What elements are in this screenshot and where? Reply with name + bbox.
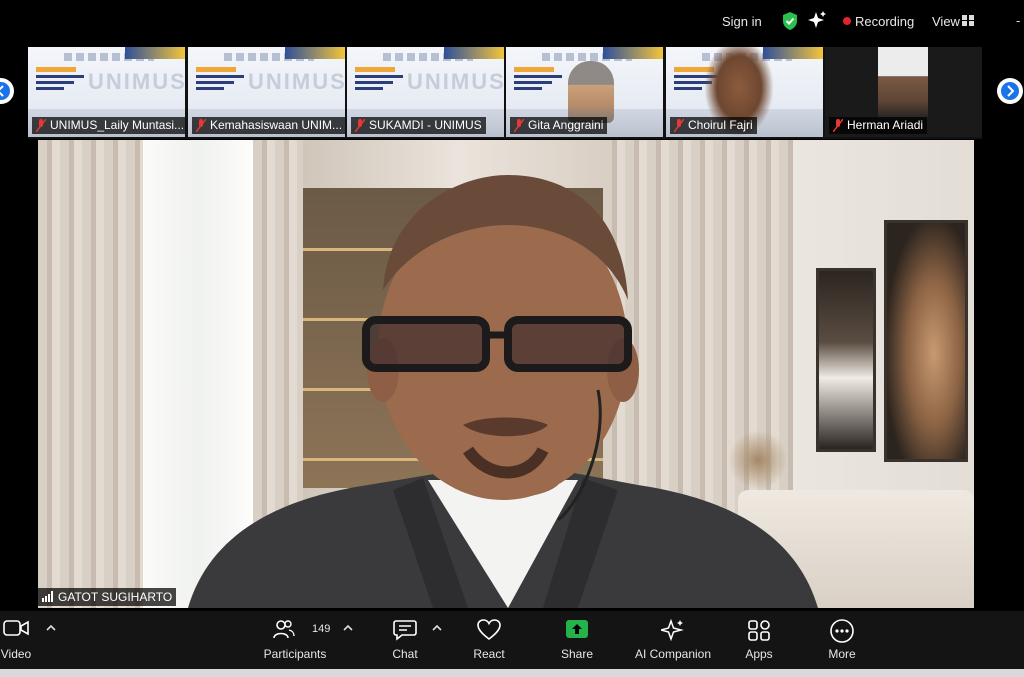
share-screen-button[interactable]: Share xyxy=(552,611,602,669)
speaker-figure xyxy=(188,175,818,608)
participant-name-text: Gita Anggraini xyxy=(528,118,604,132)
participant-name-text: Choirul Fajri xyxy=(688,118,753,132)
next-page-button[interactable] xyxy=(997,78,1023,104)
ai-companion-label: AI Companion xyxy=(634,647,712,661)
participants-icon xyxy=(273,620,295,639)
share-label: Share xyxy=(560,647,594,661)
participant-tile[interactable]: Herman Ariadi xyxy=(825,47,982,137)
sparkle-icon[interactable] xyxy=(808,11,826,29)
speaker-name-tag: GATOT SUGIHARTO xyxy=(38,588,177,606)
participant-name: Herman Ariadi xyxy=(829,117,928,134)
active-speaker-video[interactable]: GATOT SUGIHARTO xyxy=(38,140,974,608)
video-camera-icon xyxy=(3,620,29,636)
participants-label: Participants xyxy=(263,647,327,661)
sign-in-link[interactable]: Sign in xyxy=(722,14,762,29)
previous-page-button[interactable] xyxy=(0,78,14,104)
participant-tile[interactable]: UNIMUS Kemahasiswaan UNIM... xyxy=(188,47,345,137)
meeting-controls-toolbar: Video Participants 149 Chat React Share … xyxy=(0,611,1024,669)
more-button[interactable]: More xyxy=(817,611,867,669)
participant-name: UNIMUS_Laily Muntasi... xyxy=(32,117,185,134)
chevron-right-icon xyxy=(1001,82,1019,100)
react-button[interactable]: React xyxy=(464,611,514,669)
participant-name: SUKAMDI - UNIMUS xyxy=(351,117,486,134)
apps-button[interactable]: Apps xyxy=(734,611,784,669)
muted-mic-icon xyxy=(196,119,206,132)
participant-tile[interactable]: Gita Anggraini xyxy=(506,47,663,137)
muted-mic-icon xyxy=(514,119,524,132)
participant-name-text: SUKAMDI - UNIMUS xyxy=(369,118,482,132)
react-label: React xyxy=(473,647,505,661)
participants-count: 149 xyxy=(312,623,331,635)
window-bottom-edge xyxy=(0,669,1024,677)
participant-tile[interactable]: UNIMUS UNIMUS_Laily Muntasi... xyxy=(28,47,185,137)
recording-dot-icon xyxy=(843,17,851,25)
slide-watermark: UNIMUS xyxy=(407,69,504,94)
chat-button[interactable]: Chat xyxy=(380,611,430,669)
participant-thumbnail-strip: UNIMUS UNIMUS_Laily Muntasi... UNIMUS Ke… xyxy=(28,47,982,139)
heart-icon xyxy=(477,619,501,641)
muted-mic-icon xyxy=(355,119,365,132)
participant-name-text: Herman Ariadi xyxy=(847,118,924,132)
video-label: Video xyxy=(0,647,32,661)
more-label: More xyxy=(828,647,856,661)
shield-check-icon[interactable] xyxy=(781,11,799,31)
ai-companion-button[interactable]: AI Companion xyxy=(628,611,718,669)
slide-watermark: UNIMUS xyxy=(88,69,185,94)
participant-tile[interactable]: UNIMUS SUKAMDI - UNIMUS xyxy=(347,47,504,137)
muted-mic-icon xyxy=(674,119,684,132)
chevron-left-icon xyxy=(0,82,10,100)
slide-watermark: UNIMUS xyxy=(248,69,345,94)
participant-name: Gita Anggraini xyxy=(510,117,608,134)
signal-strength-icon xyxy=(42,591,53,602)
participant-name-text: UNIMUS_Laily Muntasi... xyxy=(50,118,185,132)
more-indicator-icon[interactable]: - xyxy=(1016,13,1020,28)
chevron-up-icon[interactable] xyxy=(343,624,353,631)
meeting-top-bar: Sign in Recording View - xyxy=(0,0,1024,44)
muted-mic-icon xyxy=(833,119,843,132)
chevron-up-icon[interactable] xyxy=(46,624,56,631)
video-button[interactable]: Video xyxy=(0,611,46,669)
participant-tile[interactable]: Choirul Fajri xyxy=(666,47,823,137)
sparkle-icon xyxy=(661,619,684,641)
muted-mic-icon xyxy=(36,119,46,132)
participants-button[interactable]: Participants xyxy=(258,611,332,669)
share-screen-icon xyxy=(566,620,588,638)
apps-label: Apps xyxy=(745,647,773,661)
grid-icon[interactable] xyxy=(962,15,974,26)
participant-name: Choirul Fajri xyxy=(670,117,757,134)
view-menu[interactable]: View xyxy=(932,14,960,29)
participant-video xyxy=(568,61,614,123)
recording-status[interactable]: Recording xyxy=(855,14,914,29)
participant-name: Kemahasiswaan UNIM... xyxy=(192,117,345,134)
participant-video xyxy=(878,47,928,119)
more-options-icon xyxy=(830,619,854,643)
speaker-name: GATOT SUGIHARTO xyxy=(58,590,173,604)
chevron-up-icon[interactable] xyxy=(432,624,442,631)
chat-icon xyxy=(393,620,417,641)
chat-label: Chat xyxy=(392,647,418,661)
apps-icon xyxy=(748,620,770,641)
participant-name-text: Kemahasiswaan UNIM... xyxy=(210,118,343,132)
